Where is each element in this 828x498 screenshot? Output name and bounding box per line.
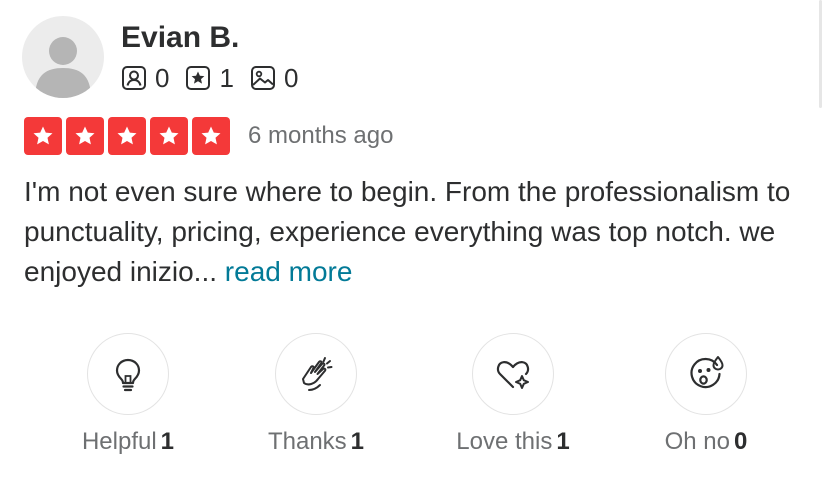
reviews-icon <box>186 66 211 90</box>
reaction-count: 1 <box>160 428 175 455</box>
reaction-count: 0 <box>734 428 748 455</box>
review-body: I'm not even sure where to begin. From t… <box>24 172 814 292</box>
review-date: 6 months ago <box>248 122 394 149</box>
reviewer-stats: 0 1 0 <box>121 64 314 92</box>
avatar[interactable] <box>22 16 104 98</box>
review-text: I'm not even sure where to begin. From t… <box>24 176 791 287</box>
star-rating <box>24 117 234 155</box>
reaction-love-this[interactable]: Love this 1 <box>413 333 613 456</box>
reaction-helpful-label: Helpful 1 <box>28 428 228 456</box>
reaction-thanks[interactable]: Thanks 1 <box>216 333 416 456</box>
photos-stat: 0 <box>250 64 298 92</box>
lightbulb-icon <box>115 358 141 392</box>
photos-count: 0 <box>283 63 299 93</box>
star-icon <box>150 117 188 155</box>
reaction-helpful-button[interactable] <box>87 333 169 415</box>
reviews-count: 1 <box>219 63 234 93</box>
reaction-thanks-button[interactable] <box>275 333 357 415</box>
reaction-label-text: Thanks <box>267 428 347 455</box>
reviews-stat: 1 <box>185 63 234 93</box>
reaction-label-text: Helpful <box>81 428 157 455</box>
reviewer-name[interactable]: Evian B. <box>121 18 314 58</box>
reaction-oh-no[interactable]: Oh no 0 <box>606 333 806 456</box>
star-icon <box>24 117 62 155</box>
reaction-count: 1 <box>556 428 570 455</box>
friends-count: 0 <box>155 63 170 93</box>
default-user-avatar-icon <box>35 37 91 98</box>
photos-icon <box>250 66 275 90</box>
rating-row: 6 months ago <box>24 117 393 155</box>
reaction-count: 1 <box>350 428 365 455</box>
star-icon <box>108 117 146 155</box>
star-icon <box>192 117 230 155</box>
reaction-label-text: Love this <box>456 428 553 455</box>
read-more-link[interactable]: read more <box>225 256 353 287</box>
surprised-face-icon <box>690 356 724 389</box>
reaction-oh-no-button[interactable] <box>665 333 747 415</box>
reaction-helpful[interactable]: Helpful 1 <box>28 333 228 456</box>
reaction-love-this-label: Love this 1 <box>413 428 613 456</box>
friends-stat: 0 <box>121 64 169 92</box>
reviewer-info: Evian B. 0 1 0 <box>121 18 314 92</box>
reaction-label-text: Oh no <box>664 428 731 455</box>
friends-icon <box>122 66 146 90</box>
reviewer-header: Evian B. 0 1 0 <box>22 16 314 98</box>
reaction-bar: Helpful 1 Thanks 1 Love this 1 Oh no 0 <box>0 333 828 473</box>
reaction-love-this-button[interactable] <box>472 333 554 415</box>
scrollbar[interactable] <box>819 0 822 108</box>
heart-sparkle-icon <box>496 361 530 389</box>
reaction-thanks-label: Thanks 1 <box>216 428 416 456</box>
clapping-hands-icon <box>302 357 333 391</box>
star-icon <box>66 117 104 155</box>
reaction-oh-no-label: Oh no 0 <box>606 428 806 456</box>
